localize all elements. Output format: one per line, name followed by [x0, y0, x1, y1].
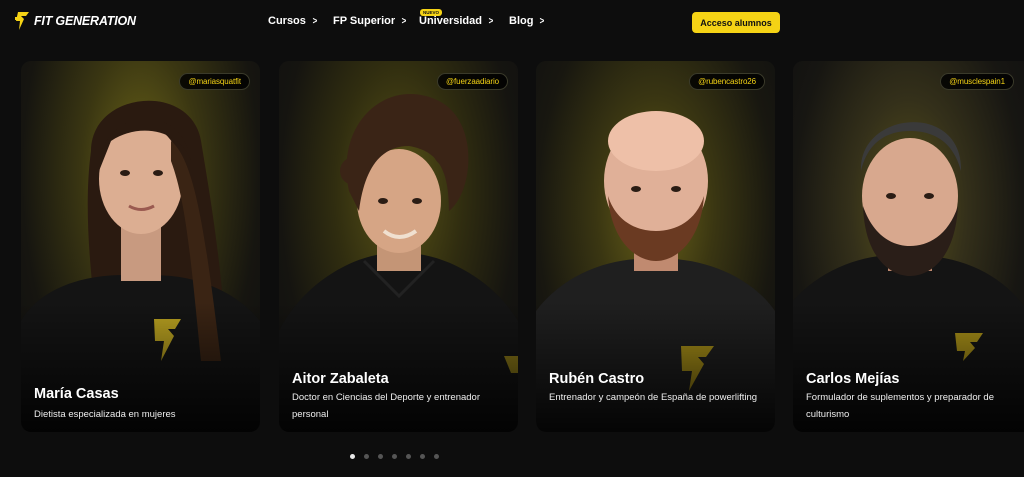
nav-universidad[interactable]: Universidad > [419, 15, 494, 27]
carousel-dot[interactable] [392, 454, 397, 459]
nav-universidad-label: Universidad [419, 15, 482, 27]
team-card[interactable]: @musclespain1 Carlos Mejías Formulador d… [793, 61, 1024, 432]
carousel-dot[interactable] [378, 454, 383, 459]
card-name: Rubén Castro [549, 371, 645, 387]
team-card[interactable]: @fuerzaadiario Aitor Zabaleta Doctor en … [279, 61, 518, 432]
card-description: Formulador de suplementos y preparador d… [806, 392, 994, 420]
card-name: Aitor Zabaleta [292, 371, 389, 387]
instagram-handle[interactable]: @fuerzaadiario [437, 73, 508, 90]
chevron-right-icon: > [312, 15, 318, 27]
instagram-handle[interactable]: @musclespain1 [940, 73, 1014, 90]
nav-cursos-label: Cursos [268, 15, 306, 27]
nav-fp-superior-label: FP Superior [333, 15, 396, 27]
nav-blog[interactable]: Blog > [509, 15, 545, 27]
nav-fp-superior[interactable]: FP Superior > [333, 15, 407, 27]
card-shade [536, 302, 775, 432]
card-name: María Casas [34, 386, 119, 402]
brand-logo[interactable]: FIT GENERATION [15, 12, 136, 30]
card-name: Carlos Mejías [806, 371, 900, 387]
nav-cursos[interactable]: Cursos > [268, 15, 318, 27]
lightning-logo-icon [15, 12, 29, 30]
team-card[interactable]: @rubencastro26 Rubén Castro Entrenador y… [536, 61, 775, 432]
carousel-dot[interactable] [420, 454, 425, 459]
instagram-handle[interactable]: @mariasquatfit [179, 73, 250, 90]
carousel-dot[interactable] [434, 454, 439, 459]
chevron-right-icon: > [488, 15, 494, 27]
carousel-pagination [350, 454, 439, 459]
student-access-button[interactable]: Acceso alumnos [692, 12, 780, 33]
card-description: Dietista especializada en mujeres [34, 409, 176, 420]
chevron-right-icon: > [540, 15, 545, 27]
nav-blog-label: Blog [509, 15, 534, 27]
team-card[interactable]: @mariasquatfit María Casas Dietista espe… [21, 61, 260, 432]
chevron-right-icon: > [401, 15, 407, 27]
instagram-handle[interactable]: @rubencastro26 [689, 73, 765, 90]
carousel-dot[interactable] [364, 454, 369, 459]
card-description: Doctor en Ciencias del Deporte y entrena… [292, 392, 480, 420]
carousel-dot[interactable] [406, 454, 411, 459]
brand-name: FIT GENERATION [34, 14, 136, 28]
card-description: Entrenador y campeón de España de powerl… [549, 392, 758, 403]
carousel-dot[interactable] [350, 454, 355, 459]
top-navigation: FIT GENERATION Cursos > FP Superior > NU… [0, 0, 1024, 46]
